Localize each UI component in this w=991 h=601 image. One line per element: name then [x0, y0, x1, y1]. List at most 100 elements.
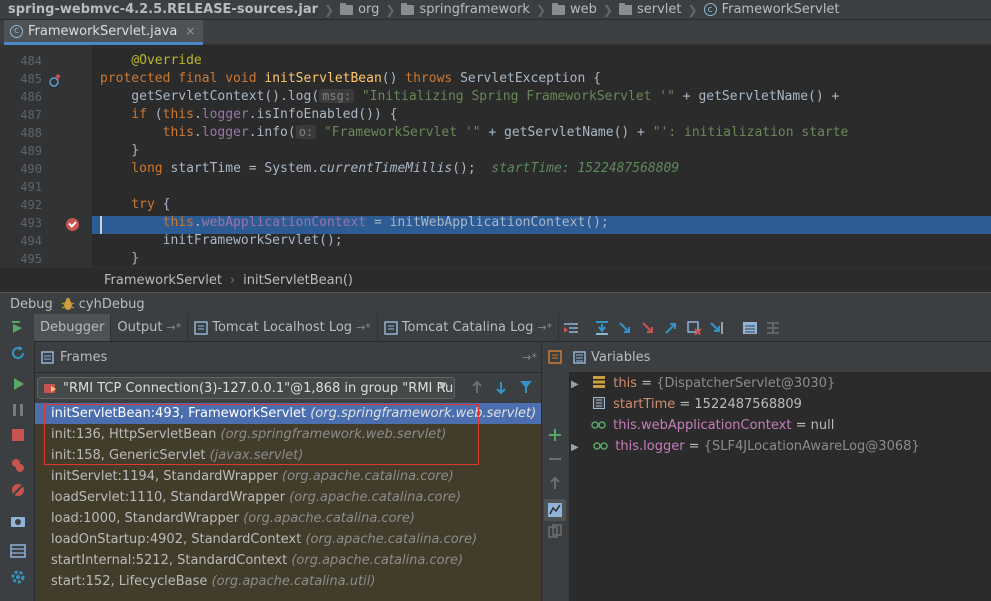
- code-line-489: }: [100, 143, 140, 158]
- watch-glasses-icon: [591, 421, 606, 429]
- editor-breadcrumb: FrameworkServlet › initServletBean(): [0, 267, 991, 292]
- frame-row[interactable]: loadOnStartup:4902, StandardContext (org…: [35, 529, 541, 550]
- run-to-cursor-icon[interactable]: [709, 320, 724, 335]
- view-breakpoints-icon[interactable]: [10, 457, 26, 473]
- expand-arrow-icon[interactable]: ▶: [571, 438, 583, 458]
- line-number: 484: [20, 54, 42, 68]
- step-out-icon[interactable]: [663, 320, 678, 335]
- file-tab[interactable]: c FrameworkServlet.java ×: [4, 20, 204, 45]
- variable-row[interactable]: this.webApplicationContext = null: [591, 416, 834, 436]
- watch-glasses-icon: [593, 442, 608, 450]
- tab-tomcat-localhost-log[interactable]: Tomcat Localhost Log →*: [188, 314, 378, 341]
- rerun-icon[interactable]: [10, 320, 26, 336]
- code-line-493: this.webApplicationContext = initWebAppl…: [100, 215, 609, 230]
- code-line-487: if (this.logger.isInfoEnabled()) {: [100, 107, 398, 122]
- layout-icon[interactable]: [10, 543, 26, 559]
- debug-config-tab[interactable]: cyhDebug: [79, 297, 145, 312]
- thread-dropdown[interactable]: "RMI TCP Connection(3)-127.0.0.1"@1,868 …: [37, 377, 455, 399]
- code-line-495: }: [100, 251, 140, 266]
- filter-icon[interactable]: [519, 380, 533, 394]
- frame-row[interactable]: start:152, LifecycleBase (org.apache.cat…: [35, 571, 541, 592]
- pause-icon[interactable]: [10, 402, 26, 418]
- step-into-icon[interactable]: [617, 320, 632, 335]
- breadcrumb-class[interactable]: c FrameworkServlet: [700, 2, 844, 17]
- breadcrumb-web[interactable]: web: [548, 2, 601, 17]
- force-step-into-icon[interactable]: [640, 320, 655, 335]
- variables-panel-header: Variables: [569, 342, 991, 373]
- tab-output[interactable]: Output →*: [111, 314, 189, 341]
- tab-debugger[interactable]: Debugger: [34, 314, 112, 341]
- breadcrumb-org[interactable]: org: [336, 2, 383, 17]
- stop-icon[interactable]: [10, 427, 26, 443]
- toggle-button-active[interactable]: [544, 499, 566, 521]
- frame-row[interactable]: initServlet:1194, StandardWrapper (org.a…: [35, 466, 541, 487]
- variable-row[interactable]: ▶ this.logger = {SLF4JLocationAwareLog@3…: [571, 437, 920, 457]
- arrow-up-icon[interactable]: [471, 381, 483, 394]
- gear-icon[interactable]: [10, 569, 26, 585]
- breakpoint-icon[interactable]: [66, 218, 79, 231]
- breadcrumb-separator: ❯: [385, 2, 396, 17]
- frame-row[interactable]: loadServlet:1110, StandardWrapper (org.a…: [35, 487, 541, 508]
- show-execution-point-icon[interactable]: [563, 320, 579, 335]
- mute-breakpoints-icon[interactable]: [10, 482, 26, 498]
- chevron-down-icon[interactable]: ▼: [439, 381, 447, 392]
- frame-row[interactable]: startInternal:5212, StandardContext (org…: [35, 550, 541, 571]
- primitive-icon: [593, 397, 605, 409]
- drop-frame-icon[interactable]: [686, 320, 702, 335]
- line-number: 494: [20, 234, 42, 248]
- breadcrumb-class[interactable]: FrameworkServlet: [104, 273, 222, 288]
- pin-icon: →*: [537, 321, 553, 334]
- line-number: 485: [20, 72, 42, 86]
- remove-icon[interactable]: [548, 452, 562, 466]
- code-line-492: try {: [100, 197, 171, 212]
- bug-icon: [61, 298, 75, 310]
- copy-icon[interactable]: [548, 524, 562, 538]
- breadcrumb-servlet[interactable]: servlet: [615, 2, 686, 17]
- override-gutter-icon[interactable]: [48, 74, 62, 88]
- line-number: 489: [20, 144, 42, 158]
- editor-tab-bar: c FrameworkServlet.java ×: [0, 20, 991, 45]
- class-icon: c: [703, 3, 717, 16]
- breadcrumb-separator: ❯: [602, 2, 613, 17]
- pin-icon[interactable]: →*: [522, 351, 537, 364]
- move-up-icon[interactable]: [548, 476, 562, 490]
- close-icon[interactable]: ×: [185, 24, 195, 38]
- code-line-486: getServletContext().log(msg: "Initializi…: [100, 89, 840, 104]
- folder-icon: [618, 2, 632, 15]
- panel-icon[interactable]: [548, 350, 562, 364]
- folder-icon: [401, 2, 415, 15]
- breadcrumb-method[interactable]: initServletBean(): [243, 273, 353, 288]
- breadcrumb-separator: ❯: [687, 2, 698, 17]
- resume-icon[interactable]: [10, 376, 26, 392]
- evaluate-expression-icon[interactable]: [742, 320, 758, 335]
- trace-icon[interactable]: [765, 320, 780, 335]
- line-number: 490: [20, 162, 42, 176]
- variables-side-toolbar: [541, 342, 570, 601]
- code-line-488: this.logger.info(o: "FrameworkServlet '"…: [100, 125, 849, 140]
- variable-row[interactable]: startTime = 1522487568809: [593, 395, 802, 415]
- frames-title: Frames: [60, 349, 108, 365]
- tab-tomcat-catalina-log[interactable]: Tomcat Catalina Log →*: [378, 314, 560, 341]
- arrow-down-icon[interactable]: [495, 381, 507, 394]
- line-number: 488: [20, 126, 42, 140]
- folder-icon: [552, 2, 566, 15]
- camera-icon[interactable]: [10, 513, 26, 529]
- refresh-icon[interactable]: [10, 345, 26, 361]
- add-watch-icon[interactable]: [548, 428, 562, 442]
- expand-arrow-icon[interactable]: ▶: [571, 375, 583, 395]
- thread-name: "RMI TCP Connection(3)-127.0.0.1"@1,868 …: [63, 380, 454, 396]
- variable-row[interactable]: ▶ this = {DispatcherServlet@3030}: [571, 374, 835, 394]
- code-line-490: long startTime = System.currentTimeMilli…: [100, 161, 680, 176]
- folder-icon: [340, 2, 354, 15]
- variables-title: Variables: [591, 349, 651, 365]
- breadcrumb-springframework[interactable]: springframework: [397, 2, 533, 17]
- line-number: 491: [20, 180, 42, 194]
- frame-row[interactable]: load:1000, StandardWrapper (org.apache.c…: [35, 508, 541, 529]
- pin-icon: →*: [166, 321, 182, 334]
- file-tab-label: FrameworkServlet.java: [28, 23, 178, 39]
- step-over-icon[interactable]: [594, 320, 609, 335]
- navigation-bar: spring-webmvc-4.2.5.RELEASE-sources.jar …: [0, 0, 991, 20]
- breadcrumb-jar[interactable]: spring-webmvc-4.2.5.RELEASE-sources.jar: [0, 2, 322, 17]
- code-editor[interactable]: 484 485 486 487 488 489 490 491 492 493 …: [0, 45, 991, 267]
- variables-tree[interactable]: ▶ this = {DispatcherServlet@3030} startT…: [569, 373, 991, 601]
